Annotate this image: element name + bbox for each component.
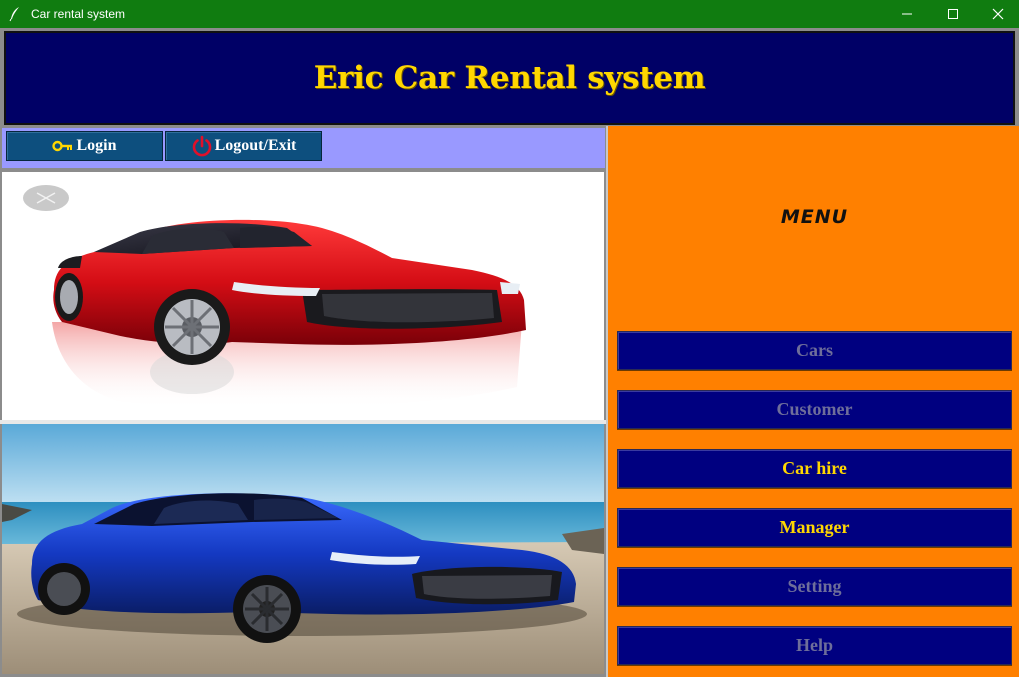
power-icon bbox=[192, 135, 211, 157]
menu-help-label: Help bbox=[795, 635, 833, 655]
menu-car-hire-label: Car hire bbox=[782, 458, 847, 478]
menu-setting-label: Setting bbox=[787, 576, 842, 596]
login-label: Login bbox=[76, 137, 117, 154]
menu-setting-button[interactable]: Setting bbox=[617, 567, 1012, 606]
blue-car-image bbox=[2, 424, 604, 674]
window-title: Car rental system bbox=[31, 7, 126, 21]
login-button[interactable]: Login bbox=[6, 131, 163, 161]
menu-manager-label: Manager bbox=[779, 517, 850, 537]
logout-exit-button[interactable]: Logout/Exit bbox=[165, 131, 322, 161]
red-car-image bbox=[2, 172, 604, 420]
close-button[interactable] bbox=[975, 0, 1019, 28]
close-icon bbox=[992, 8, 1004, 20]
page-title: Eric Car Rental system bbox=[313, 60, 706, 96]
feather-icon bbox=[9, 6, 23, 22]
window-titlebar[interactable]: Car rental system bbox=[0, 0, 1019, 28]
key-icon bbox=[52, 140, 73, 152]
app-header: Eric Car Rental system bbox=[4, 31, 1015, 125]
menu-title: MENU bbox=[780, 206, 849, 228]
menu-car-hire-button[interactable]: Car hire bbox=[617, 449, 1012, 488]
menu-customer-label: Customer bbox=[776, 399, 853, 419]
logout-label: Logout/Exit bbox=[214, 137, 297, 154]
minimize-button[interactable] bbox=[884, 0, 930, 28]
menu-cars-label: Cars bbox=[796, 340, 833, 360]
menu-cars-button[interactable]: Cars bbox=[617, 331, 1012, 370]
maximize-icon bbox=[948, 9, 958, 19]
menu-customer-button[interactable]: Customer bbox=[617, 390, 1012, 429]
minimize-icon bbox=[902, 13, 912, 15]
maximize-button[interactable] bbox=[930, 0, 976, 28]
toolbar: Login Logout/Exit bbox=[2, 128, 605, 168]
menu-manager-button[interactable]: Manager bbox=[617, 508, 1012, 547]
menu-help-button[interactable]: Help bbox=[617, 626, 1012, 665]
